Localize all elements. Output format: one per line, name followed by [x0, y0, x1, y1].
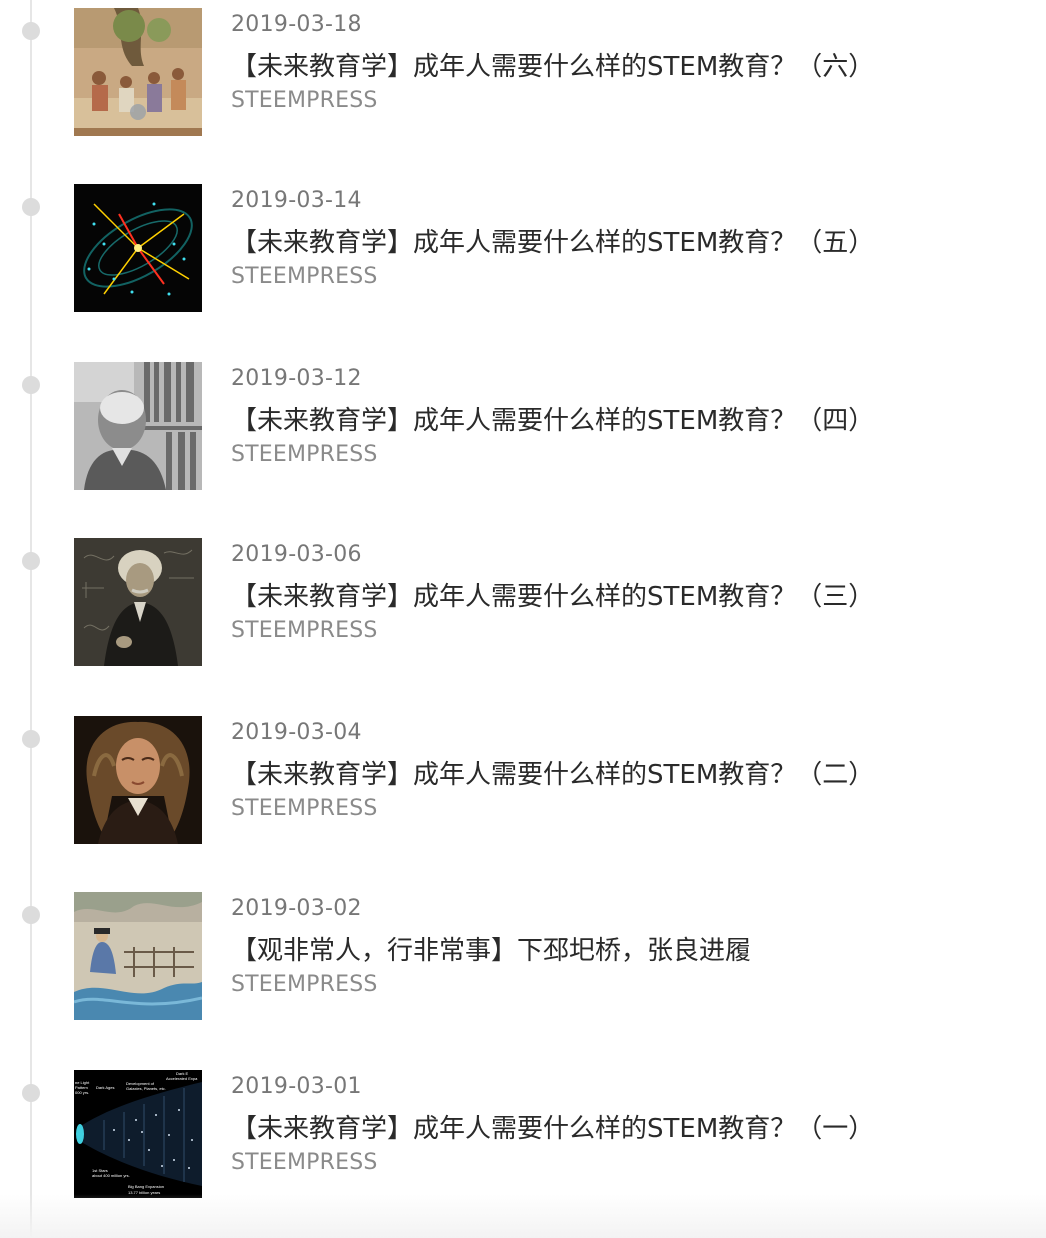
- post-thumbnail-portrait-painting[interactable]: [74, 716, 202, 844]
- post-source-link[interactable]: STEEMPRESS: [231, 972, 378, 997]
- diagram-label: Big Bang Expansion: [128, 1184, 164, 1189]
- post-thumbnail-mosaic[interactable]: [74, 8, 202, 136]
- post-entry: 2019-03-12 【未来教育学】成年人需要什么样的STEM教育？（四） ST…: [0, 362, 1046, 492]
- post-thumbnail-particles[interactable]: [74, 184, 202, 312]
- post-source-link[interactable]: STEEMPRESS: [231, 796, 378, 821]
- post-thumbnail-portrait-elder[interactable]: [74, 362, 202, 490]
- diagram-label: about 400 million yrs.: [92, 1173, 130, 1178]
- timeline-dot: [22, 198, 40, 216]
- post-date: 2019-03-04: [231, 720, 362, 745]
- post-thumbnail-chinese-painting[interactable]: [74, 892, 202, 1020]
- diagram-label: Galaxies, Planets, etc.: [126, 1086, 166, 1091]
- post-source-link[interactable]: STEEMPRESS: [231, 618, 378, 643]
- post-entry: 2019-03-02 【观非常人，行非常事】下邳圯桥，张良进履 STEEMPRE…: [0, 892, 1046, 1022]
- post-entry: 2019-03-06 【未来教育学】成年人需要什么样的STEM教育？（三） ST…: [0, 538, 1046, 668]
- post-date: 2019-03-02: [231, 896, 362, 921]
- post-source-link[interactable]: STEEMPRESS: [231, 442, 378, 467]
- timeline-dot: [22, 1084, 40, 1102]
- timeline-dot: [22, 22, 40, 40]
- post-thumbnail-chalkboard-photo[interactable]: [74, 538, 202, 666]
- post-title-link[interactable]: 【未来教育学】成年人需要什么样的STEM教育？（四）: [231, 400, 874, 437]
- post-source-link[interactable]: STEEMPRESS: [231, 1150, 378, 1175]
- post-title-link[interactable]: 【观非常人，行非常事】下邳圯桥，张良进履: [231, 930, 751, 967]
- post-entry: 2019-03-04 【未来教育学】成年人需要什么样的STEM教育？（二） ST…: [0, 716, 1046, 846]
- post-title-link[interactable]: 【未来教育学】成年人需要什么样的STEM教育？（六）: [231, 46, 874, 83]
- post-source-link[interactable]: STEEMPRESS: [231, 264, 378, 289]
- post-title-link[interactable]: 【未来教育学】成年人需要什么样的STEM教育？（五）: [231, 222, 874, 259]
- timeline-dot: [22, 730, 40, 748]
- post-date: 2019-03-14: [231, 188, 362, 213]
- timeline-dot: [22, 906, 40, 924]
- post-entry: 2019-03-14 【未来教育学】成年人需要什么样的STEM教育？（五） ST…: [0, 184, 1046, 314]
- diagram-label: Dark Ages: [96, 1085, 114, 1090]
- post-entry: ne Light Pattern 000 yrs. Dark Ages Deve…: [0, 1070, 1046, 1200]
- post-entry: 2019-03-18 【未来教育学】成年人需要什么样的STEM教育？（六） ST…: [0, 8, 1046, 138]
- timeline-dot: [22, 376, 40, 394]
- post-date: 2019-03-06: [231, 542, 362, 567]
- timeline-page: 2019-03-18 【未来教育学】成年人需要什么样的STEM教育？（六） ST…: [0, 0, 1046, 1238]
- post-date: 2019-03-18: [231, 12, 362, 37]
- post-date: 2019-03-12: [231, 366, 362, 391]
- diagram-label: 000 yrs.: [75, 1090, 89, 1095]
- bottom-fade: [0, 1194, 1046, 1238]
- post-date: 2019-03-01: [231, 1074, 362, 1099]
- post-title-link[interactable]: 【未来教育学】成年人需要什么样的STEM教育？（二）: [231, 754, 874, 791]
- post-title-link[interactable]: 【未来教育学】成年人需要什么样的STEM教育？（三）: [231, 576, 874, 613]
- post-thumbnail-universe-diagram[interactable]: ne Light Pattern 000 yrs. Dark Ages Deve…: [74, 1070, 202, 1198]
- diagram-label: Accelerated Expa: [166, 1076, 198, 1081]
- post-source-link[interactable]: STEEMPRESS: [231, 88, 378, 113]
- post-title-link[interactable]: 【未来教育学】成年人需要什么样的STEM教育？（一）: [231, 1108, 874, 1145]
- timeline-dot: [22, 552, 40, 570]
